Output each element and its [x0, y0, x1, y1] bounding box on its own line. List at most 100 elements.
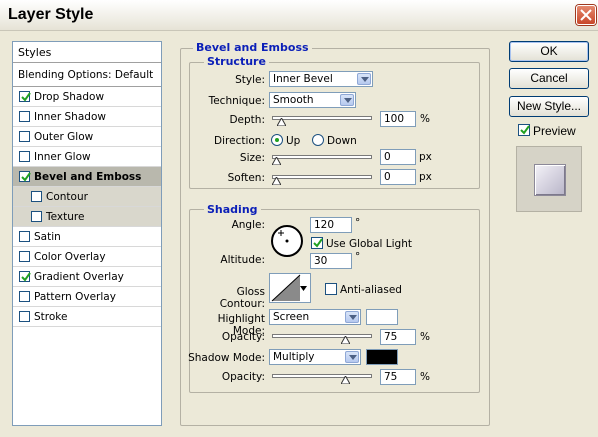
size-slider[interactable] — [272, 155, 372, 159]
blending-options-item[interactable]: Blending Options: Default — [13, 63, 161, 87]
size-unit: px — [419, 151, 432, 163]
direction-up-label[interactable]: Up — [286, 135, 300, 147]
angle-unit: ° — [355, 217, 361, 229]
style-item-contour[interactable]: Contour — [13, 187, 161, 207]
soften-label: Soften: — [227, 172, 265, 184]
technique-select[interactable]: Smooth — [269, 92, 356, 108]
close-button[interactable] — [576, 5, 596, 25]
style-checkbox[interactable] — [19, 271, 31, 282]
highlight-opacity-thumb[interactable] — [341, 336, 350, 344]
direction-down-radio[interactable] — [312, 134, 324, 146]
angle-input[interactable]: 120 — [310, 217, 352, 233]
style-label: Style: — [235, 74, 265, 86]
style-item-drop-shadow[interactable]: Drop Shadow — [13, 87, 161, 107]
use-global-light-checkbox[interactable] — [311, 237, 323, 249]
style-checkbox[interactable] — [19, 111, 30, 122]
depth-input[interactable]: 100 — [380, 111, 416, 127]
shadow-opacity-label: Opacity: — [221, 371, 265, 383]
shadow-mode-select[interactable]: Multiply — [269, 349, 361, 365]
style-checkbox[interactable] — [19, 291, 30, 302]
style-select[interactable]: Inner Bevel — [269, 71, 373, 87]
highlight-opacity-slider[interactable] — [272, 334, 372, 338]
gloss-contour-picker[interactable] — [269, 273, 311, 303]
style-item-label: Inner Glow — [34, 151, 91, 163]
style-item-gradient-overlay[interactable]: Gradient Overlay — [13, 267, 161, 287]
close-icon — [580, 9, 592, 21]
style-item-label: Bevel and Emboss — [34, 171, 142, 183]
style-checkbox[interactable] — [19, 251, 30, 262]
style-checkbox[interactable] — [19, 231, 30, 242]
style-checkbox[interactable] — [19, 91, 31, 102]
checkmark-icon — [21, 172, 31, 182]
style-item-bevel-and-emboss[interactable]: Bevel and Emboss — [13, 167, 161, 187]
bevel-emboss-title: Bevel and Emboss — [193, 41, 312, 54]
contour-curve-icon — [271, 274, 301, 302]
bevel-emboss-settings: Bevel and Emboss Structure Style: Inner … — [172, 41, 497, 426]
style-select-value: Inner Bevel — [273, 73, 333, 85]
chevron-down-icon — [345, 351, 359, 363]
gloss-contour-label: Gloss Contour: — [219, 286, 265, 310]
style-item-outer-glow[interactable]: Outer Glow — [13, 127, 161, 147]
style-item-inner-glow[interactable]: Inner Glow — [13, 147, 161, 167]
soften-slider-thumb[interactable] — [272, 177, 281, 185]
preview-sample — [534, 164, 566, 196]
style-item-label: Texture — [46, 211, 85, 223]
size-input[interactable]: 0 — [380, 149, 416, 165]
shadow-opacity-input[interactable]: 75 — [380, 369, 416, 385]
style-checkbox[interactable] — [19, 171, 31, 182]
style-item-satin[interactable]: Satin — [13, 227, 161, 247]
new-style-button[interactable]: New Style... — [509, 96, 589, 117]
angle-label: Angle: — [231, 219, 265, 231]
depth-slider-thumb[interactable] — [276, 118, 286, 126]
direction-up-radio[interactable] — [271, 134, 283, 146]
soften-unit: px — [419, 171, 432, 183]
angle-dial[interactable] — [270, 224, 304, 258]
style-checkbox[interactable] — [19, 311, 30, 322]
styles-list: Styles Blending Options: Default Drop Sh… — [12, 41, 162, 426]
preview-label[interactable]: Preview — [533, 124, 576, 138]
altitude-input[interactable]: 30 — [310, 253, 352, 269]
styles-header[interactable]: Styles — [13, 42, 161, 63]
style-item-label: Inner Shadow — [34, 111, 106, 123]
style-item-stroke[interactable]: Stroke — [13, 307, 161, 327]
style-checkbox[interactable] — [19, 131, 30, 142]
soften-slider[interactable] — [272, 175, 372, 179]
shadow-opacity-slider[interactable] — [272, 374, 372, 378]
direction-down-label[interactable]: Down — [327, 135, 357, 147]
highlight-color-swatch[interactable] — [366, 309, 398, 325]
use-global-light-label[interactable]: Use Global Light — [326, 238, 412, 250]
anti-aliased-checkbox[interactable] — [325, 283, 337, 295]
title-bar: Layer Style — [0, 0, 598, 31]
technique-label: Technique: — [208, 95, 265, 107]
checkmark-icon — [313, 238, 323, 248]
anti-aliased-label[interactable]: Anti-aliased — [340, 284, 402, 296]
depth-label: Depth: — [229, 114, 265, 126]
style-item-inner-shadow[interactable]: Inner Shadow — [13, 107, 161, 127]
style-item-pattern-overlay[interactable]: Pattern Overlay — [13, 287, 161, 307]
highlight-mode-select[interactable]: Screen — [269, 309, 361, 325]
preview-checkbox[interactable] — [518, 124, 530, 136]
preview-thumbnail — [516, 146, 582, 212]
highlight-mode-value: Screen — [273, 311, 310, 323]
depth-slider[interactable] — [272, 116, 372, 120]
soften-input[interactable]: 0 — [380, 169, 416, 185]
shadow-color-swatch[interactable] — [366, 349, 398, 365]
technique-select-value: Smooth — [273, 94, 314, 106]
style-item-label: Color Overlay — [34, 251, 106, 263]
altitude-label: Altitude: — [220, 254, 265, 266]
size-label: Size: — [239, 152, 265, 164]
ok-button[interactable]: OK — [509, 41, 589, 62]
style-item-texture[interactable]: Texture — [13, 207, 161, 227]
chevron-down-icon — [357, 73, 371, 85]
cancel-button[interactable]: Cancel — [509, 68, 589, 89]
style-item-label: Gradient Overlay — [34, 271, 124, 283]
style-checkbox[interactable] — [31, 211, 42, 222]
style-item-color-overlay[interactable]: Color Overlay — [13, 247, 161, 267]
style-checkbox[interactable] — [31, 191, 42, 202]
style-checkbox[interactable] — [19, 151, 30, 162]
highlight-opacity-input[interactable]: 75 — [380, 329, 416, 345]
style-item-label: Contour — [46, 191, 88, 203]
size-slider-thumb[interactable] — [272, 157, 281, 165]
shadow-opacity-thumb[interactable] — [341, 376, 350, 384]
structure-title: Structure — [204, 55, 269, 68]
